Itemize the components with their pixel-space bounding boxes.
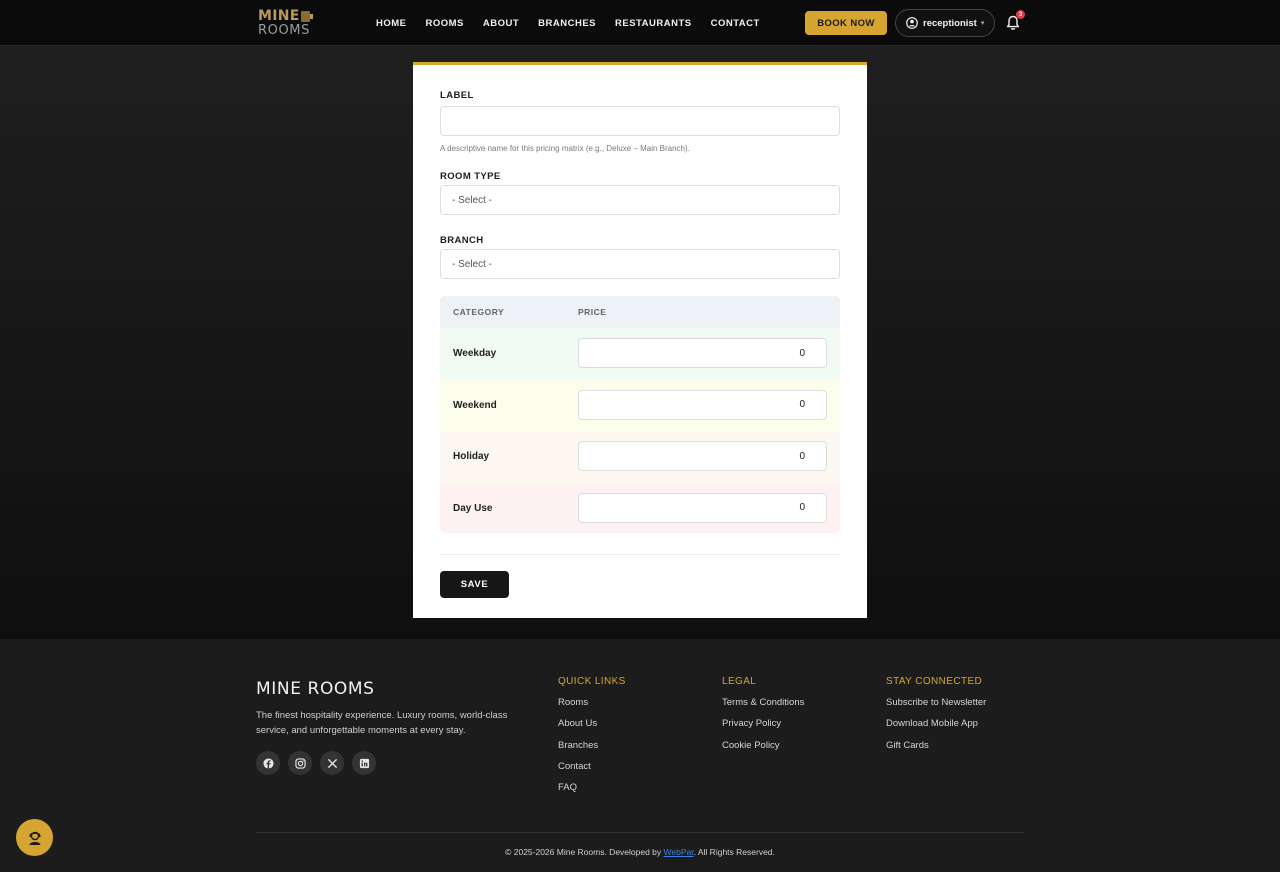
logo-line-1: MINE (258, 8, 300, 24)
pricing-category: Weekend (453, 399, 497, 411)
brand-logo[interactable]: MINE ROOMS (258, 8, 314, 38)
branch-label: BRANCH (440, 235, 484, 246)
site-footer: MINE ROOMS The finest hospitality experi… (0, 639, 1280, 872)
facebook-icon[interactable] (256, 751, 280, 775)
room-type-label: ROOM TYPE (440, 171, 501, 182)
nav-link-home[interactable]: HOME (376, 18, 407, 29)
x-icon[interactable] (320, 751, 344, 775)
footer-link-newsletter[interactable]: Subscribe to Newsletter (886, 697, 986, 718)
copyright-prefix: © 2025-2026 Mine Rooms. Developed by (505, 847, 664, 857)
copyright: © 2025-2026 Mine Rooms. Developed by Web… (0, 847, 1280, 857)
top-navbar: MINE ROOMS HOME ROOMS ABOUT BRANCHES RES… (0, 0, 1280, 46)
pricing-row-day-use: Day Use 0 (440, 482, 840, 533)
footer-brand: MINE ROOMS (256, 679, 375, 699)
support-agent-icon (29, 831, 40, 845)
footer-quick-links: QUICK LINKS Rooms About Us Branches Cont… (558, 676, 626, 803)
footer-divider (256, 832, 1024, 833)
footer-link-gift-cards[interactable]: Gift Cards (886, 740, 986, 761)
notification-badge: 3 (1016, 10, 1025, 19)
nav-link-rooms[interactable]: ROOMS (426, 18, 464, 29)
branch-select[interactable]: - Select - (440, 249, 840, 279)
branch-selected: - Select - (452, 258, 493, 270)
nav-link-contact[interactable]: CONTACT (711, 18, 760, 29)
nav-link-about[interactable]: ABOUT (483, 18, 519, 29)
stay-connected-title: STAY CONNECTED (886, 676, 983, 687)
footer-link-about-us[interactable]: About Us (558, 718, 626, 739)
pricing-table: CATEGORY PRICE Weekday 0 Weekend 0 Holid… (440, 296, 840, 533)
footer-stay-connected: STAY CONNECTED Subscribe to Newsletter D… (886, 676, 986, 761)
room-type-selected: - Select - (452, 194, 493, 206)
label-input[interactable] (440, 106, 840, 136)
holiday-price-input[interactable]: 0 (578, 441, 827, 471)
day-use-price-input[interactable]: 0 (578, 492, 827, 523)
user-name: receptionist (923, 17, 977, 29)
instagram-icon[interactable] (288, 751, 312, 775)
logo-mark-icon (300, 11, 313, 22)
user-menu-button[interactable]: receptionist ▾ (895, 9, 995, 37)
pricing-category: Holiday (453, 451, 490, 463)
save-button[interactable]: SAVE (440, 571, 509, 598)
footer-tagline: The finest hospitality experience. Luxur… (256, 710, 508, 736)
room-type-select[interactable]: - Select - (440, 185, 840, 215)
pricing-form-card: LABEL A descriptive name for this pricin… (413, 62, 867, 618)
pricing-category: Weekday (453, 348, 497, 360)
chevron-down-icon: ▾ (980, 20, 985, 27)
footer-link-privacy[interactable]: Privacy Policy (722, 718, 804, 739)
footer-link-rooms[interactable]: Rooms (558, 697, 626, 718)
form-divider (440, 554, 840, 555)
price-column-header: PRICE (578, 307, 607, 317)
nav-links: HOME ROOMS ABOUT BRANCHES RESTAURANTS CO… (376, 0, 779, 46)
pricing-row-holiday: Holiday 0 (440, 431, 840, 483)
nav-link-restaurants[interactable]: RESTAURANTS (615, 18, 692, 29)
legal-title: LEGAL (722, 676, 757, 687)
developer-link[interactable]: WebPar (664, 847, 694, 857)
footer-link-contact[interactable]: Contact (558, 761, 626, 782)
linkedin-icon[interactable] (352, 751, 376, 775)
footer-legal: LEGAL Terms & Conditions Privacy Policy … (722, 676, 804, 761)
book-now-button[interactable]: BOOK NOW (805, 11, 887, 35)
footer-link-terms[interactable]: Terms & Conditions (722, 697, 804, 718)
label-help-text: A descriptive name for this pricing matr… (440, 144, 690, 153)
label-field-label: LABEL (440, 90, 474, 101)
pricing-row-weekend: Weekend 0 (440, 379, 840, 431)
category-column-header: CATEGORY (453, 307, 505, 317)
weekend-price-input[interactable]: 0 (578, 389, 827, 420)
footer-link-cookie[interactable]: Cookie Policy (722, 740, 804, 761)
quick-links-title: QUICK LINKS (558, 676, 626, 687)
pricing-row-weekday: Weekday 0 (440, 328, 840, 380)
social-links (256, 751, 384, 775)
weekday-price-input[interactable]: 0 (578, 338, 827, 368)
footer-link-faq[interactable]: FAQ (558, 782, 626, 803)
support-chat-button[interactable] (16, 819, 53, 856)
footer-link-mobile-app[interactable]: Download Mobile App (886, 718, 986, 739)
copyright-suffix: . All Rights Reserved. (693, 847, 775, 857)
pricing-category: Day Use (453, 502, 493, 514)
pricing-table-header: CATEGORY PRICE (440, 296, 840, 328)
logo-line-2: ROOMS (258, 23, 310, 38)
user-avatar-icon (906, 17, 918, 29)
footer-link-branches[interactable]: Branches (558, 740, 626, 761)
nav-link-branches[interactable]: BRANCHES (538, 18, 596, 29)
